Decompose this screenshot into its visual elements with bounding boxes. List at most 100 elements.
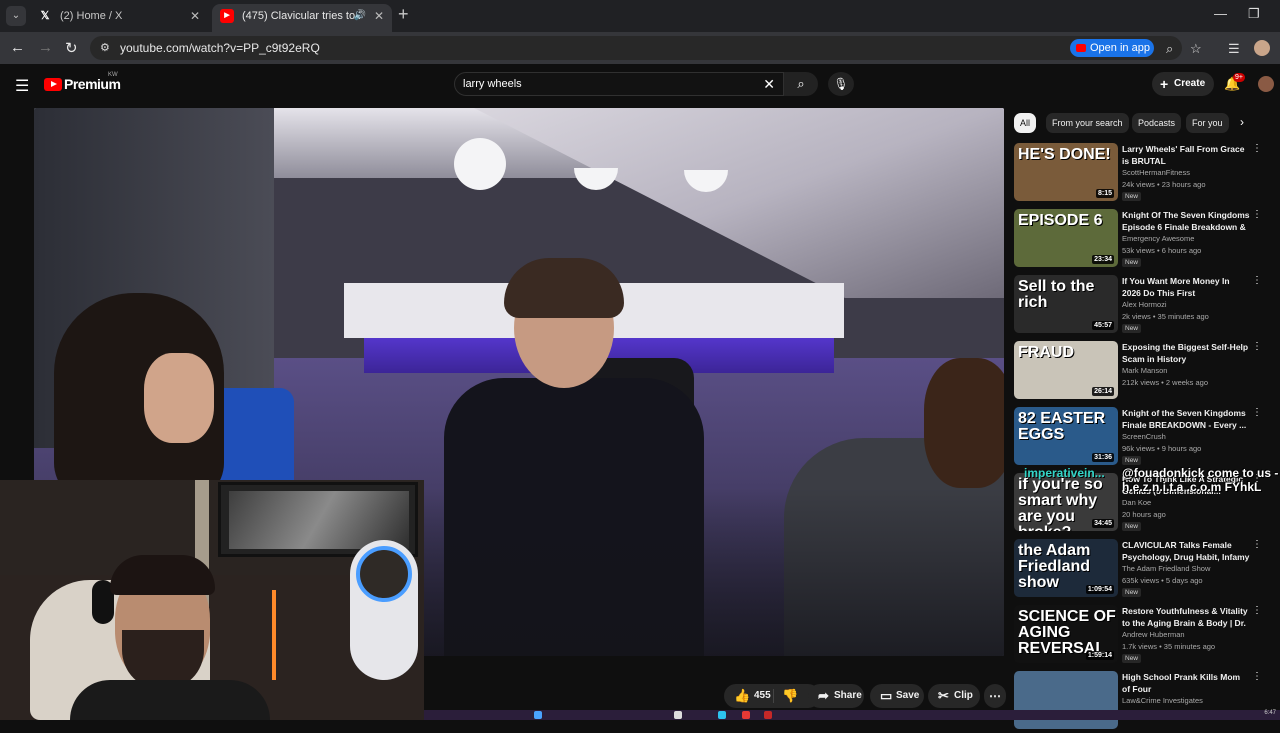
open-in-app-button[interactable]: Open in app bbox=[1070, 39, 1154, 57]
video-title[interactable]: If You Want More Money In 2026 Do This F… bbox=[1122, 275, 1250, 299]
video-title[interactable]: Restore Youthfulness & Vitality to the A… bbox=[1122, 605, 1250, 629]
browser-profile-avatar[interactable] bbox=[1254, 40, 1270, 56]
tab-close-icon[interactable]: ✕ bbox=[190, 4, 200, 28]
channel-name[interactable]: Alex Hormozi bbox=[1122, 300, 1167, 309]
kebab-menu-icon[interactable]: ⋮ bbox=[1252, 209, 1262, 220]
channel-name[interactable]: Emergency Awesome bbox=[1122, 234, 1194, 243]
video-thumbnail[interactable]: HE'S DONE! 8:15 bbox=[1014, 143, 1118, 201]
chip-all[interactable]: All bbox=[1014, 113, 1037, 133]
channel-name[interactable]: Andrew Huberman bbox=[1122, 630, 1185, 639]
like-count: 455 bbox=[754, 690, 771, 701]
kebab-menu-icon[interactable]: ⋮ bbox=[1252, 341, 1262, 352]
restore-icon[interactable]: ❐ bbox=[1248, 6, 1260, 22]
more-actions-button[interactable]: ⋯ bbox=[984, 684, 1006, 708]
reload-icon[interactable]: ↻ bbox=[65, 39, 78, 57]
zoom-icon[interactable]: ⌕ bbox=[1166, 41, 1173, 57]
open-in-app-label: Open in app bbox=[1090, 42, 1150, 54]
video-thumbnail[interactable]: EPISODE 6 23:34 bbox=[1014, 209, 1118, 267]
thumbnail-text: EPISODE 6 bbox=[1018, 212, 1103, 229]
recommended-video[interactable]: EPISODE 6 23:34 Knight Of The Seven Kingdo… bbox=[1014, 209, 1280, 271]
bookmark-star-icon[interactable]: ☆ bbox=[1190, 41, 1202, 57]
chip-podcasts[interactable]: Podcasts bbox=[1132, 113, 1182, 133]
recommended-video[interactable]: Sell to the rich 45:57 If You Want More Mo… bbox=[1014, 275, 1280, 337]
thumbnail-text: HE'S DONE! bbox=[1018, 146, 1111, 163]
video-pendant-light bbox=[454, 138, 506, 190]
video-title[interactable]: Knight of the Seven Kingdoms Finale BREA… bbox=[1122, 407, 1250, 431]
site-info-icon[interactable]: ⚙ bbox=[100, 41, 110, 54]
forward-icon[interactable]: → bbox=[38, 39, 53, 56]
chevron-right-icon[interactable]: › bbox=[1240, 115, 1244, 129]
back-icon[interactable]: ← bbox=[10, 39, 25, 56]
country-code: KW bbox=[108, 72, 118, 78]
speaker-icon[interactable]: 🔊 bbox=[354, 4, 366, 28]
save-button[interactable]: ▭ Save bbox=[870, 684, 924, 708]
clip-label: Clip bbox=[954, 690, 973, 701]
video-thumbnail[interactable] bbox=[1014, 671, 1118, 729]
youtube-brand[interactable]: Premium bbox=[64, 76, 121, 92]
channel-name[interactable]: ScottHermanFitness bbox=[1122, 168, 1190, 177]
video-title[interactable]: Larry Wheels' Fall From Grace is BRUTAL bbox=[1122, 143, 1250, 167]
omnibox[interactable]: ⚙ youtube.com/watch?v=PP_c9t92eRQ bbox=[90, 36, 1182, 60]
video-thumbnail[interactable]: 82 EASTER EGGS 31:36 bbox=[1014, 407, 1118, 465]
tab-x-home[interactable]: 𝕏 (2) Home / X ✕ bbox=[30, 4, 208, 32]
video-thumbnail[interactable]: SCIENCE OF AGING REVERSAL 1:59:14 bbox=[1014, 605, 1118, 663]
channel-name[interactable]: ScreenCrush bbox=[1122, 432, 1166, 441]
channel-name[interactable]: The Adam Friedland Show bbox=[1122, 564, 1210, 573]
taskbar-app-icon[interactable] bbox=[718, 711, 726, 719]
video-title[interactable]: High School Prank Kills Mom of Four bbox=[1122, 671, 1250, 695]
video-meta: 24k views • 23 hours ago bbox=[1122, 180, 1206, 189]
create-label: Create bbox=[1174, 78, 1206, 89]
video-thumbnail[interactable]: the Adam Friedland show 1:09:54 bbox=[1014, 539, 1118, 597]
video-thumbnail[interactable]: FRAUD 26:14 bbox=[1014, 341, 1118, 399]
start-icon[interactable] bbox=[534, 711, 542, 719]
account-avatar[interactable] bbox=[1258, 76, 1274, 92]
thumbnail-text: SCIENCE OF AGING REVERSAL bbox=[1018, 608, 1116, 657]
chip-from-your-search[interactable]: From your search bbox=[1046, 113, 1129, 133]
chip-for-you[interactable]: For you bbox=[1186, 113, 1229, 133]
video-title[interactable]: CLAVICULAR Talks Female Psychology, Drug… bbox=[1122, 539, 1250, 563]
plus-icon: + bbox=[1160, 76, 1169, 92]
share-button[interactable]: ➦ Share bbox=[808, 684, 864, 708]
minimize-icon[interactable]: — bbox=[1214, 6, 1227, 21]
recommended-video[interactable]: High School Prank Kills Mom of Four Law&C… bbox=[1014, 671, 1280, 733]
kebab-menu-icon[interactable]: ⋮ bbox=[1252, 143, 1262, 154]
kebab-menu-icon[interactable]: ⋮ bbox=[1252, 539, 1262, 550]
channel-name[interactable]: Mark Manson bbox=[1122, 366, 1167, 375]
taskbar-app-icon[interactable] bbox=[674, 711, 682, 719]
video-thumbnail[interactable]: Sell to the rich 45:57 bbox=[1014, 275, 1118, 333]
search-value[interactable]: larry wheels bbox=[463, 78, 522, 90]
tab-close-icon[interactable]: ✕ bbox=[374, 4, 384, 28]
thumbs-down-icon[interactable]: 👎 bbox=[782, 684, 798, 708]
recommended-video[interactable]: 82 EASTER EGGS 31:36 Knight of the Seven K… bbox=[1014, 407, 1280, 469]
search-input[interactable]: larry wheels ✕ bbox=[454, 72, 784, 96]
save-icon: ▭ bbox=[880, 688, 893, 703]
voice-search-button[interactable]: 🎙 bbox=[828, 72, 854, 96]
tab-search-button[interactable]: ⌄ bbox=[6, 6, 26, 26]
kebab-menu-icon[interactable]: ⋮ bbox=[1252, 407, 1262, 418]
search-button[interactable]: ⌕ bbox=[784, 72, 818, 96]
recommended-video[interactable]: the Adam Friedland show 1:09:54 CLAVICULAR… bbox=[1014, 539, 1280, 601]
channel-name[interactable]: Law&Crime Investigates bbox=[1122, 696, 1203, 705]
menu-icon[interactable]: ☰ bbox=[15, 76, 29, 96]
video-title[interactable]: Knight Of The Seven Kingdoms Episode 6 F… bbox=[1122, 209, 1250, 233]
taskbar-app-icon[interactable] bbox=[764, 711, 772, 719]
browser-tabstrip: ⌄ 𝕏 (2) Home / X ✕ ▶ (475) Clavicular tr… bbox=[0, 0, 1280, 32]
recommended-video[interactable]: HE'S DONE! 8:15 Larry Wheels' Fall From Gr… bbox=[1014, 143, 1280, 205]
clear-search-icon[interactable]: ✕ bbox=[763, 76, 775, 93]
taskbar-app-icon[interactable] bbox=[742, 711, 750, 719]
kebab-menu-icon[interactable]: ⋮ bbox=[1252, 605, 1262, 616]
youtube-logo-icon[interactable] bbox=[44, 78, 62, 91]
taskbar-clock: 6:47 bbox=[1264, 710, 1276, 716]
recommended-video[interactable]: SCIENCE OF AGING REVERSAL 1:59:14 Restore … bbox=[1014, 605, 1280, 667]
kebab-menu-icon[interactable]: ⋮ bbox=[1252, 275, 1262, 286]
create-button[interactable]: + Create bbox=[1152, 72, 1214, 96]
recommended-video[interactable]: FRAUD 26:14 Exposing the Biggest Self-Help… bbox=[1014, 341, 1280, 403]
kebab-menu-icon[interactable]: ⋮ bbox=[1252, 671, 1262, 682]
video-title[interactable]: Exposing the Biggest Self-Help Scam in H… bbox=[1122, 341, 1250, 365]
clip-button[interactable]: ✂ Clip bbox=[928, 684, 980, 708]
reading-list-icon[interactable]: ☰ bbox=[1228, 41, 1240, 57]
tab-youtube-video[interactable]: ▶ (475) Clavicular tries to RED 🔊 ✕ bbox=[212, 4, 392, 32]
like-button[interactable]: 👍 455 👎 bbox=[724, 684, 820, 708]
new-tab-button[interactable]: + bbox=[398, 4, 409, 25]
url-text[interactable]: youtube.com/watch?v=PP_c9t92eRQ bbox=[120, 41, 320, 55]
